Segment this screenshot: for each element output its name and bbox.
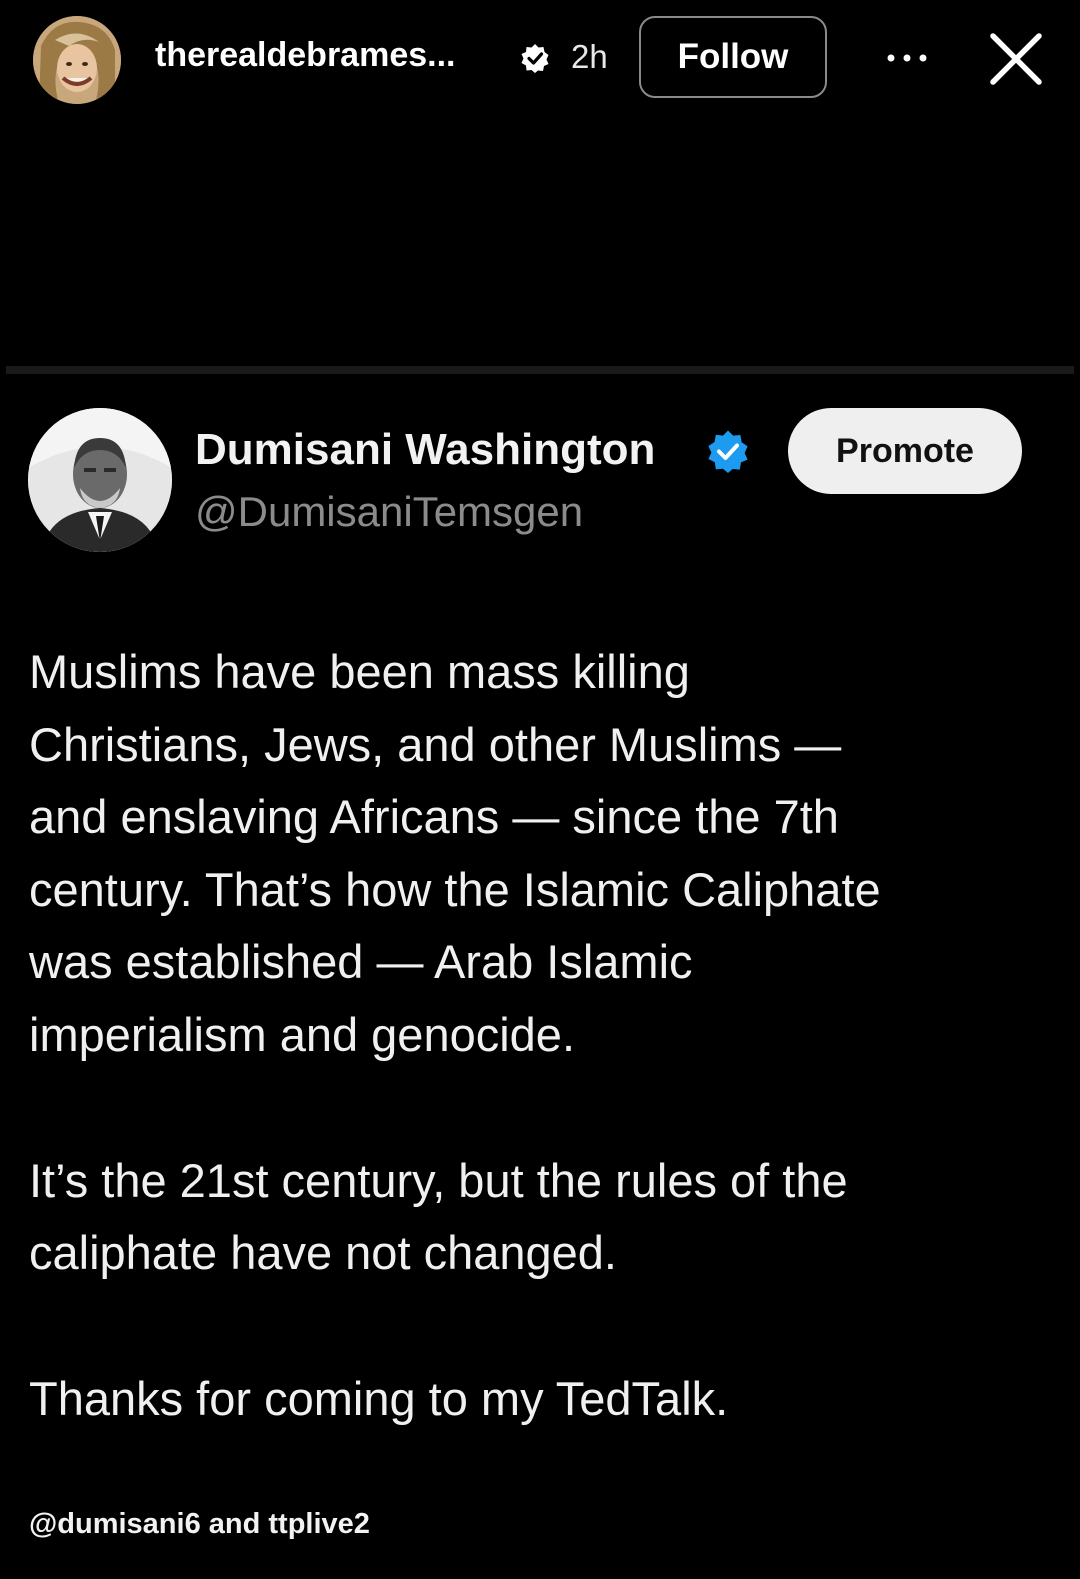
tweet-author-avatar[interactable] [28,408,172,552]
tweet-text: Muslims have been mass killing Christian… [29,636,1059,1435]
avatar-portrait-image [33,16,121,104]
story-header: therealdebrames... 2h Follow [0,0,1080,120]
tweet-author-handle[interactable]: @DumisaniTemsgen [195,488,583,536]
tweet-author-name[interactable]: Dumisani Washington [195,425,655,475]
promote-button[interactable]: Promote [788,408,1022,494]
close-icon[interactable] [989,32,1043,86]
more-horizontal-icon[interactable] [882,46,932,70]
tweet-paragraph-3: Thanks for coming to my TedTalk. [29,1371,729,1425]
post-age: 2h [571,38,608,75]
story-avatar[interactable] [33,16,121,104]
blue-verified-badge-icon [708,430,748,473]
tweet-paragraph-2: It’s the 21st century, but the rules of … [29,1153,848,1280]
verified-badge-icon [521,44,549,73]
section-divider [6,366,1074,374]
story-username[interactable]: therealdebrames... [155,36,455,75]
tweet-paragraph-1: Muslims have been mass killing Christian… [29,645,881,1061]
author-portrait-image [28,408,172,552]
follow-button[interactable]: Follow [639,16,827,98]
mentions-credits[interactable]: @dumisani6 and ttplive2 [29,1508,370,1541]
